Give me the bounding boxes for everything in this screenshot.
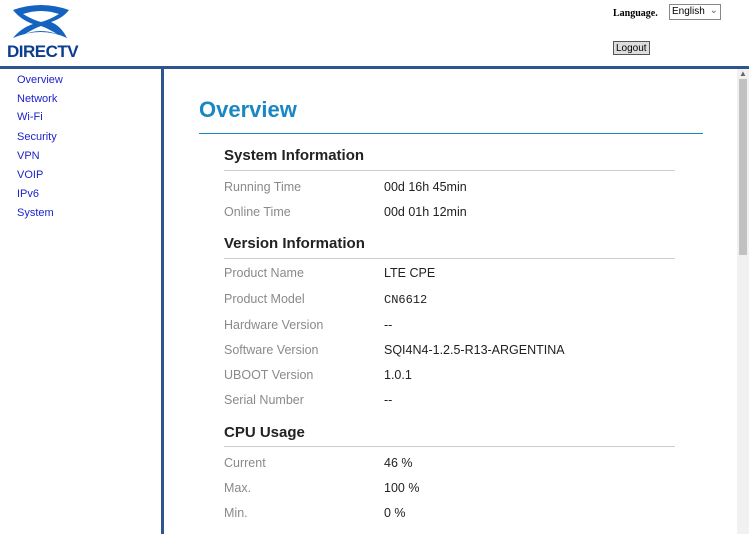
section-divider: [224, 446, 675, 447]
label-running-time: Running Time: [224, 180, 302, 194]
sidebar: Overview Network Wi-Fi Security VPN VOIP…: [0, 69, 162, 534]
logo-wordmark: DIRECTV: [7, 42, 79, 61]
scrollbar-thumb[interactable]: [739, 79, 747, 255]
label-uboot-version: UBOOT Version: [224, 368, 314, 382]
label-software-version: Software Version: [224, 343, 319, 357]
value-product-name: LTE CPE: [384, 266, 436, 280]
title-divider: [199, 133, 703, 134]
vertical-scrollbar[interactable]: ▲: [737, 69, 749, 534]
value-serial-number: --: [384, 393, 393, 407]
language-selected-value: English: [672, 6, 705, 17]
value-hardware-version: --: [384, 318, 393, 332]
value-online-time: 00d 01h 12min: [384, 205, 467, 219]
sidebar-item-network[interactable]: Network: [17, 93, 57, 105]
chevron-down-icon: ⌄: [709, 5, 718, 16]
label-serial-number: Serial Number: [224, 393, 304, 407]
sidebar-item-overview[interactable]: Overview: [17, 74, 63, 86]
value-uboot-version: 1.0.1: [384, 368, 412, 382]
section-divider: [224, 170, 675, 171]
sidebar-item-wifi[interactable]: Wi-Fi: [17, 111, 43, 123]
label-cpu-max: Max.: [224, 481, 252, 495]
label-product-name: Product Name: [224, 266, 304, 280]
header: DIRECTV Language. English ⌄ Logout: [0, 0, 753, 66]
label-online-time: Online Time: [224, 205, 291, 219]
label-hardware-version: Hardware Version: [224, 318, 324, 332]
value-cpu-min: 0 %: [384, 506, 406, 520]
value-product-model: CN6612: [384, 293, 428, 307]
sidebar-item-system[interactable]: System: [17, 207, 54, 219]
sidebar-item-vpn[interactable]: VPN: [17, 150, 40, 162]
value-cpu-current: 46 %: [384, 456, 413, 470]
section-title-system-information: System Information: [224, 147, 365, 164]
language-select[interactable]: English ⌄: [669, 4, 721, 20]
sidebar-item-security[interactable]: Security: [17, 131, 57, 143]
section-title-cpu-usage: CPU Usage: [224, 424, 305, 441]
label-cpu-current: Current: [224, 456, 266, 470]
label-cpu-min: Min.: [224, 506, 248, 520]
scroll-up-arrow-icon[interactable]: ▲: [737, 69, 749, 79]
section-divider: [224, 258, 675, 259]
main-content: Overview System Information Running Time…: [164, 69, 737, 534]
section-title-version-information: Version Information: [224, 235, 365, 252]
directv-swoosh-icon: [13, 5, 69, 38]
label-product-model: Product Model: [224, 292, 305, 306]
value-cpu-max: 100 %: [384, 481, 420, 495]
sidebar-item-ipv6[interactable]: IPv6: [17, 188, 39, 200]
directv-logo[interactable]: DIRECTV: [7, 4, 79, 61]
language-label: Language.: [613, 8, 658, 19]
value-running-time: 00d 16h 45min: [384, 180, 467, 194]
value-software-version: SQI4N4-1.2.5-R13-ARGENTINA: [384, 343, 565, 357]
page-title: Overview: [199, 97, 297, 122]
logout-button[interactable]: Logout: [613, 41, 650, 55]
sidebar-item-voip[interactable]: VOIP: [17, 169, 43, 181]
